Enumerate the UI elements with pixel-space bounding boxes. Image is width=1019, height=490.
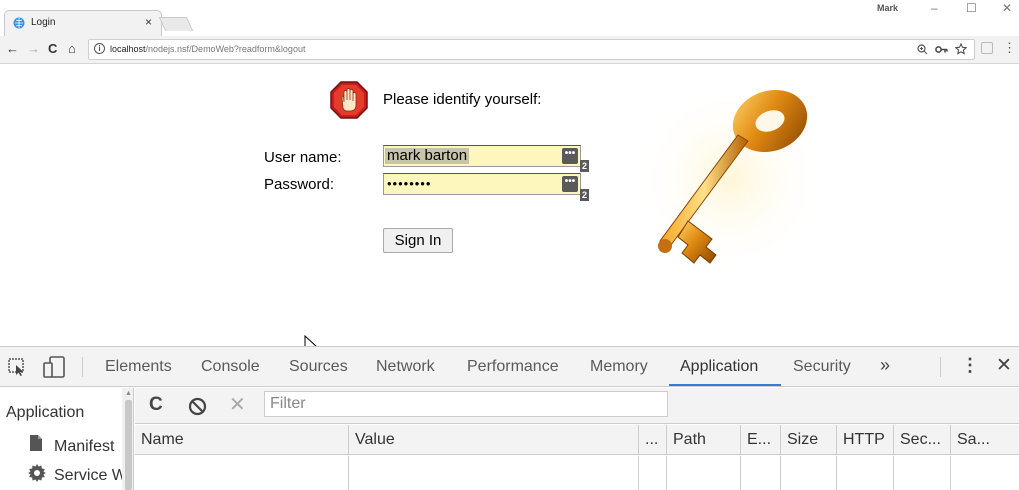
cookies-toolbar: C ✕	[135, 388, 1019, 424]
password-manager-icon[interactable]: •••	[562, 148, 578, 164]
column-header-name[interactable]: Name	[135, 425, 349, 455]
column-header-secure[interactable]: Sec...	[894, 425, 951, 455]
new-tab-button[interactable]	[158, 17, 194, 31]
tab-application[interactable]: Application	[680, 358, 758, 376]
cookie-table: Name Value ... Path E... Size HTTP Sec..…	[135, 425, 1019, 490]
password-manager-count: 2	[580, 160, 589, 172]
extension-icon[interactable]	[981, 42, 993, 54]
profile-name[interactable]: Mark	[877, 3, 898, 13]
table-cell	[781, 456, 837, 490]
sidebar-item-manifest[interactable]: Manifest	[54, 438, 114, 456]
application-sidebar: Application Manifest Service W ▲	[0, 388, 134, 490]
inspect-element-icon[interactable]	[8, 358, 28, 376]
minimize-icon[interactable]: –	[931, 1, 938, 15]
star-icon[interactable]	[955, 43, 967, 55]
toolbar-divider	[940, 357, 941, 377]
table-cell	[349, 456, 639, 490]
column-header-samesite[interactable]: Sa...	[951, 425, 1019, 455]
favicon-icon	[13, 17, 25, 29]
column-header-expires[interactable]: E...	[741, 425, 781, 455]
tab-console[interactable]: Console	[201, 358, 260, 376]
scroll-up-icon[interactable]: ▲	[125, 390, 132, 397]
username-label: User name:	[264, 149, 342, 166]
column-header-http[interactable]: HTTP	[837, 425, 894, 455]
filter-input[interactable]	[264, 391, 668, 417]
tab-security[interactable]: Security	[793, 358, 851, 376]
url-text[interactable]: localhost/nodejs.nsf/DemoWeb?readform&lo…	[110, 44, 305, 54]
cookies-pane: C ✕ Name Value ... Path E... Size HTTP S…	[135, 388, 1019, 490]
login-prompt: Please identify yourself:	[383, 91, 542, 108]
devtools-close-icon[interactable]: ✕	[996, 354, 1012, 377]
home-icon[interactable]: ⌂	[68, 41, 76, 56]
browser-menu-icon[interactable]: ⋮	[1003, 40, 1016, 56]
password-value: ••••••••	[387, 176, 432, 191]
sidebar-scrollbar[interactable]: ▲	[122, 388, 133, 490]
window-close-icon[interactable]: ✕	[1002, 1, 1012, 15]
refresh-icon[interactable]: C	[149, 394, 163, 416]
tab-elements[interactable]: Elements	[105, 358, 172, 376]
username-field[interactable]: mark barton •••	[383, 145, 581, 167]
forward-icon[interactable]: →	[27, 41, 40, 56]
maximize-icon[interactable]: ☐	[966, 1, 977, 15]
password-manager-icon[interactable]: •••	[562, 176, 578, 192]
url-host: localhost	[110, 44, 146, 54]
file-icon	[30, 435, 42, 451]
active-tab-indicator	[669, 384, 781, 386]
gear-icon	[28, 464, 46, 482]
devtools-menu-icon[interactable]: ⋮	[961, 355, 979, 376]
delete-selected-icon[interactable]: ✕	[229, 392, 246, 417]
devtools-panel: Elements Console Sources Network Perform…	[0, 346, 1019, 490]
table-cell	[135, 456, 349, 490]
page-content: Please identify yourself: User name: mar…	[0, 65, 1019, 356]
column-header-size[interactable]: Size	[781, 425, 837, 455]
table-cell	[741, 456, 781, 490]
address-bar[interactable]: i localhost/nodejs.nsf/DemoWeb?readform&…	[88, 39, 975, 60]
password-field[interactable]: •••••••• •••	[383, 173, 581, 195]
url-path: /nodejs.nsf/DemoWeb?readform&logout	[145, 44, 306, 54]
toolbar-divider	[82, 357, 83, 377]
sidebar-item-service-workers[interactable]: Service W	[54, 467, 127, 485]
sign-in-button[interactable]: Sign In	[383, 228, 453, 253]
table-cell	[894, 456, 951, 490]
tab-memory[interactable]: Memory	[590, 358, 648, 376]
column-header-value[interactable]: Value	[349, 425, 639, 455]
table-header: Name Value ... Path E... Size HTTP Sec..…	[135, 425, 1019, 455]
tab-title: Login	[31, 17, 56, 28]
clear-all-icon[interactable]	[188, 397, 207, 416]
tab-network[interactable]: Network	[376, 358, 435, 376]
zoom-icon[interactable]	[917, 44, 928, 55]
column-header-domain[interactable]: ...	[639, 425, 667, 455]
table-cell	[667, 456, 741, 490]
scrollbar-thumb[interactable]	[125, 400, 132, 490]
stop-hand-icon	[330, 81, 368, 119]
more-tabs-icon[interactable]: »	[880, 355, 890, 376]
sidebar-heading[interactable]: Application	[6, 404, 84, 422]
device-toolbar-icon[interactable]	[43, 356, 67, 378]
back-icon[interactable]: ←	[6, 41, 19, 56]
tab-sources[interactable]: Sources	[289, 358, 348, 376]
table-cell	[639, 456, 667, 490]
tab-close-icon[interactable]: ×	[145, 15, 152, 29]
browser-tab[interactable]: Login ×	[4, 10, 162, 36]
browser-toolbar: ← → C ⌂ i localhost/nodejs.nsf/DemoWeb?r…	[0, 36, 1019, 64]
reload-icon[interactable]: C	[48, 41, 57, 56]
password-label: Password:	[264, 176, 335, 193]
tab-performance[interactable]: Performance	[467, 358, 559, 376]
column-header-path[interactable]: Path	[667, 425, 741, 455]
golden-key-image	[632, 81, 828, 277]
password-manager-count: 2	[580, 189, 589, 201]
browser-tab-strip: Login × Mark – ☐ ✕	[0, 0, 1019, 36]
table-cell	[837, 456, 894, 490]
devtools-tab-bar: Elements Console Sources Network Perform…	[0, 347, 1019, 387]
info-icon[interactable]: i	[94, 43, 105, 54]
username-value: mark barton	[385, 147, 470, 164]
key-icon[interactable]	[935, 45, 948, 54]
